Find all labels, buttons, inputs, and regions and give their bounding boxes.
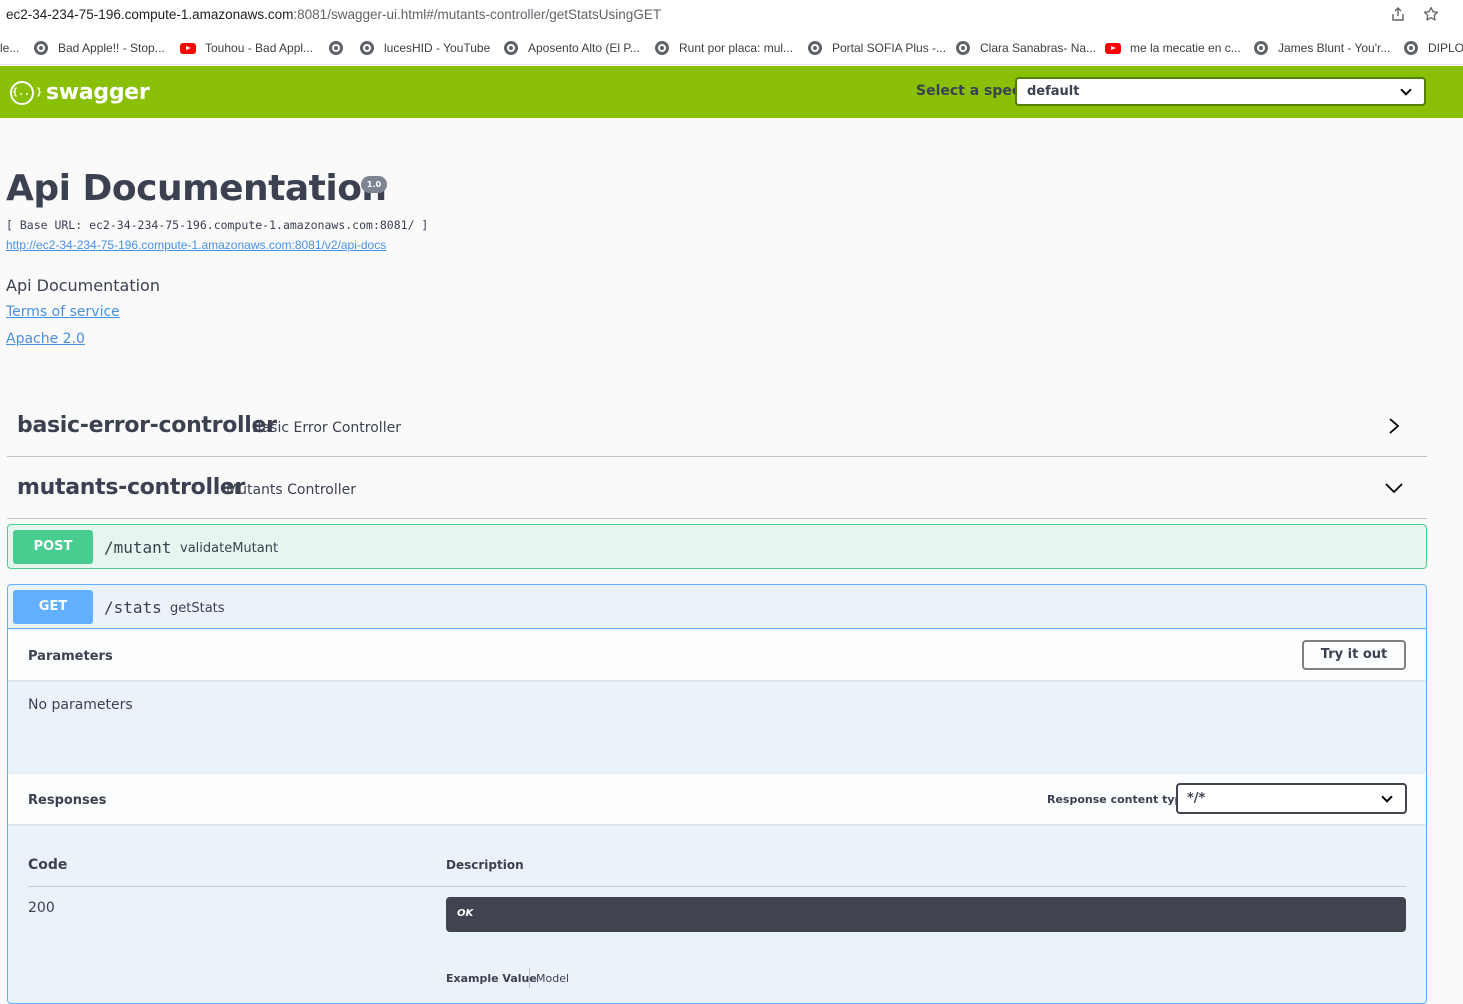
bookmark-item[interactable]: [329, 40, 353, 56]
tab-model[interactable]: Model: [536, 972, 569, 985]
select-spec-label: Select a spec: [916, 83, 1021, 99]
bookmark-item[interactable]: lucesHID - YouTube: [360, 40, 490, 56]
page-title: Api Documentation: [6, 168, 387, 209]
globe-icon: [956, 41, 970, 55]
url-text[interactable]: ec2-34-234-75-196.compute-1.amazonaws.co…: [6, 7, 661, 22]
terms-of-service-link[interactable]: Terms of service: [6, 304, 120, 320]
address-bar[interactable]: ec2-34-234-75-196.compute-1.amazonaws.co…: [0, 0, 1463, 31]
bookmark-item[interactable]: Aposento Alto (El P...: [504, 40, 640, 56]
operation-path: /mutant: [104, 538, 172, 557]
responses-title: Responses: [28, 793, 107, 808]
column-header-code: Code: [28, 857, 68, 873]
chevron-right-icon[interactable]: [1385, 417, 1403, 435]
operation-summary: validateMutant: [180, 541, 279, 556]
tab-example-value[interactable]: Example Value: [446, 972, 537, 985]
globe-icon: [1254, 41, 1268, 55]
youtube-icon: [180, 42, 196, 54]
response-code: 200: [28, 900, 55, 916]
api-description: Api Documentation: [6, 276, 160, 295]
divider: [28, 886, 1406, 887]
globe-icon: [655, 41, 669, 55]
bookmark-item[interactable]: Bad Apple!! - Stop...: [34, 40, 165, 56]
bookmark-item[interactable]: Touhou - Bad Appl...: [180, 40, 313, 56]
spec-select[interactable]: default: [1015, 77, 1426, 106]
tag-name: basic-error-controller: [17, 413, 277, 438]
swagger-logo-text: swagger: [46, 80, 150, 105]
tag-description: Mutants Controller: [226, 482, 356, 498]
parameters-title: Parameters: [28, 649, 113, 664]
method-badge-post: POST: [13, 530, 93, 564]
response-content-type-label: Response content type: [1047, 793, 1190, 806]
globe-icon: [34, 41, 48, 55]
swagger-logo[interactable]: {...} swagger: [10, 80, 150, 105]
license-link[interactable]: Apache 2.0: [6, 331, 85, 347]
globe-icon: [1404, 41, 1418, 55]
response-description-text: OK: [457, 908, 474, 919]
globe-icon: [360, 41, 374, 55]
parameters-header: Parameters Try it out: [8, 630, 1426, 680]
response-description: OK: [446, 897, 1406, 932]
version-badge: 1.0: [361, 176, 387, 193]
tag-name: mutants-controller: [17, 475, 246, 500]
bookmark-item[interactable]: Clara Sanabras- Na...: [956, 40, 1096, 56]
opblock-summary[interactable]: GET /stats getStats: [8, 585, 1426, 629]
swagger-logo-icon: {...}: [10, 80, 42, 105]
chevron-down-icon[interactable]: [1385, 479, 1403, 497]
bookmark-item[interactable]: Runt por placa: mul...: [655, 40, 793, 56]
no-parameters-text: No parameters: [28, 697, 133, 713]
bookmark-item[interactable]: le...: [0, 40, 19, 56]
method-badge-get: GET: [13, 590, 93, 624]
try-it-out-button[interactable]: Try it out: [1302, 640, 1406, 670]
swagger-topbar: {...} swagger Select a spec default: [0, 66, 1463, 118]
operation-summary: getStats: [170, 601, 225, 616]
opblock-get-stats: GET /stats getStats Parameters Try it ou…: [7, 584, 1427, 1004]
bookmarks-bar: le... Bad Apple!! - Stop... Touhou - Bad…: [0, 31, 1463, 65]
response-content-type-select[interactable]: */*: [1176, 783, 1407, 814]
star-icon[interactable]: [1422, 6, 1440, 24]
tab-divider: [529, 968, 530, 988]
column-header-description: Description: [446, 858, 524, 872]
tag-description: Basic Error Controller: [252, 420, 401, 436]
bookmark-item[interactable]: Portal SOFIA Plus -...: [808, 40, 946, 56]
tag-basic-error-controller[interactable]: basic-error-controller Basic Error Contr…: [7, 395, 1427, 457]
api-docs-link[interactable]: http://ec2-34-234-75-196.compute-1.amazo…: [6, 238, 386, 252]
bookmark-item[interactable]: me la mecatie en c...: [1105, 40, 1241, 56]
chevron-down-icon: [1400, 84, 1412, 96]
base-url: [ Base URL: ec2-34-234-75-196.compute-1.…: [6, 218, 429, 232]
chevron-down-icon: [1381, 791, 1393, 803]
share-icon[interactable]: [1389, 6, 1407, 24]
globe-icon: [808, 41, 822, 55]
tag-mutants-controller[interactable]: mutants-controller Mutants Controller: [7, 457, 1427, 519]
operation-path: /stats: [104, 598, 162, 617]
bookmark-item[interactable]: DIPLOI: [1404, 40, 1463, 56]
globe-icon: [504, 41, 518, 55]
bookmark-item[interactable]: James Blunt - You'r...: [1254, 40, 1390, 56]
globe-icon: [329, 41, 343, 55]
youtube-icon: [1105, 42, 1121, 54]
opblock-post-mutant[interactable]: POST /mutant validateMutant: [7, 524, 1427, 569]
